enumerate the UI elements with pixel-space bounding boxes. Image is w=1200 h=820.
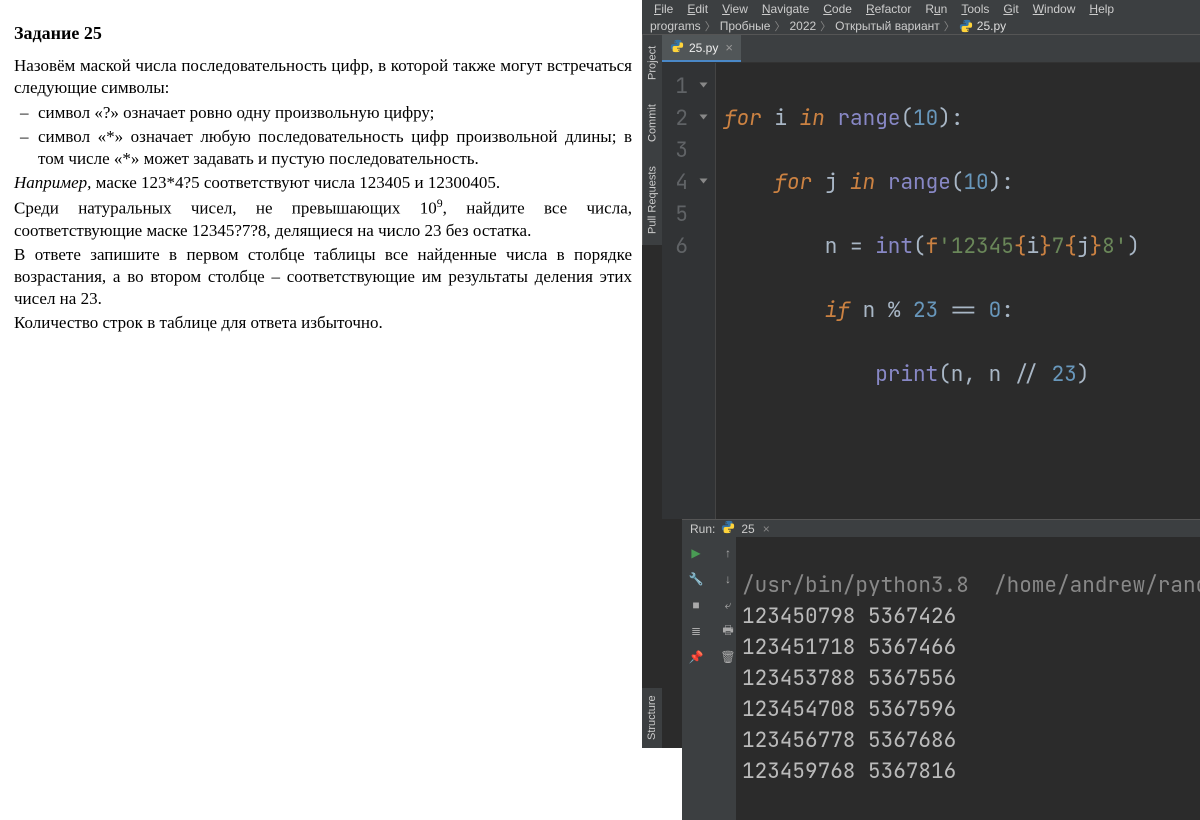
chevron-right-icon: 〉 [820,18,831,34]
python-file-icon [670,39,684,56]
chevron-right-icon: 〉 [944,18,955,34]
code-editor[interactable]: 123456 for i in range(10): for j in rang… [662,63,1200,519]
crumb-probnye[interactable]: Пробные [720,19,771,33]
menu-code[interactable]: Code [817,0,858,18]
task-bullet-1: символ «?» означает ровно одну произволь… [38,102,632,124]
editor-tab-active[interactable]: 25.py × [662,35,741,62]
run-header: Run: 25 × [682,520,1200,537]
task-answer-instr: В ответе запишите в первом столбце табли… [14,244,632,310]
chevron-right-icon: 〉 [705,18,716,34]
python-file-icon [721,520,735,537]
menu-bar: File Edit View Navigate Code Refactor Ru… [642,0,1200,18]
crumb-programs[interactable]: programs [650,19,701,33]
run-tool-window: Run: 25 × ▶ 🔧 ■ ≣ [682,519,1200,748]
task-bullet-2: символ «*» означает любую последовательн… [38,126,632,170]
menu-window[interactable]: Window [1027,0,1082,18]
tab-label: 25.py [689,41,718,55]
close-icon[interactable]: × [725,40,733,55]
crumb-file[interactable]: 25.py [977,19,1006,33]
menu-help[interactable]: Help [1083,0,1120,18]
menu-file[interactable]: File [648,0,679,18]
breadcrumb: programs 〉 Пробные 〉 2022 〉 Открытый вар… [642,18,1200,34]
menu-navigate[interactable]: Navigate [756,0,815,18]
task-title: Задание 25 [14,22,632,45]
tool-window-project[interactable]: Project [642,35,662,91]
task-intro: Назовём маской числа последовательность … [14,55,632,99]
close-icon[interactable]: × [763,522,770,536]
wrap-icon[interactable]: ⤶ [718,595,738,615]
fold-column [698,63,716,519]
pin-icon[interactable]: 📌 [686,647,706,667]
trash-icon[interactable]: 🗑 [718,647,738,667]
wrench-icon[interactable]: 🔧 [686,569,706,589]
task-note: Количество строк в таблице для ответа из… [14,312,632,334]
line-gutter: 123456 [662,63,698,519]
menu-refactor[interactable]: Refactor [860,0,917,18]
print-icon[interactable]: 🖶 [718,621,738,641]
menu-git[interactable]: Git [997,0,1024,18]
run-config-name[interactable]: 25 [741,522,754,536]
menu-run[interactable]: Run [919,0,953,18]
stop-icon[interactable]: ■ [686,595,706,615]
run-label: Run: [690,522,715,536]
crumb-variant[interactable]: Открытый вариант [835,19,940,33]
tool-window-structure[interactable]: Structure [642,688,662,748]
menu-edit[interactable]: Edit [681,0,714,18]
ide-window: File Edit View Navigate Code Refactor Ru… [642,0,1200,655]
editor-tabs: 25.py × [662,35,1200,63]
tool-window-commit[interactable]: Commit [642,91,662,155]
chevron-right-icon: 〉 [774,18,785,34]
layout-icon[interactable]: ≣ [686,621,706,641]
task-main: Среди натуральных чисел, не превышающих … [14,196,632,242]
play-icon[interactable]: ▶ [686,543,706,563]
python-file-icon [959,19,973,33]
tool-window-pull-requests[interactable]: Pull Requests [642,155,662,245]
down-arrow-icon[interactable]: ↓ [718,569,738,589]
run-toolbar: ▶ 🔧 ■ ≣ 📌 ↑ ↓ ⤶ 🖶 🗑 [682,537,736,820]
code-content[interactable]: for i in range(10): for j in range(10): … [716,63,1140,519]
task-example: Например, маске 123*4?5 соответствуют чи… [14,172,632,194]
editor-area: Project Commit Pull Requests 25.py × 123… [642,34,1200,748]
menu-view[interactable]: View [716,0,754,18]
up-arrow-icon[interactable]: ↑ [718,543,738,563]
crumb-2022[interactable]: 2022 [789,19,816,33]
task-document: Задание 25 Назовём маской числа последов… [0,0,642,655]
menu-tools[interactable]: Tools [955,0,995,18]
console-output[interactable]: /usr/bin/python3.8 /home/andrew/rand 123… [736,537,1200,820]
